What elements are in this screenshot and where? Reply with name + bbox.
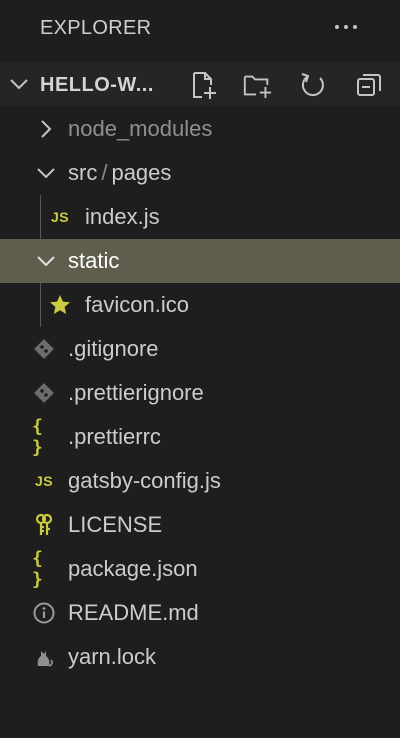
workspace-title: HELLO-W... [40, 74, 154, 96]
refresh-icon[interactable] [298, 70, 328, 100]
workspace-section-header[interactable]: HELLO-W... [0, 62, 400, 106]
chevron-down-icon [37, 168, 55, 179]
tree-item-readme[interactable]: README.md [0, 591, 400, 635]
tree-item-prettierignore[interactable]: .prettierignore [0, 371, 400, 415]
tree-item-label: LICENSE [68, 512, 163, 537]
tree-item-label: static [68, 248, 120, 273]
chevron-down-icon [10, 79, 28, 90]
tree-item-label: src / pages [68, 160, 171, 186]
tree-item-label: favicon.ico [85, 292, 189, 317]
tree-item-gatsby-config[interactable]: JS gatsby-config.js [0, 459, 400, 503]
tree-item-label: README.md [68, 600, 199, 625]
tree-item-yarn-lock[interactable]: yarn.lock [0, 635, 400, 679]
new-file-icon[interactable] [188, 70, 218, 100]
collapse-all-icon[interactable] [354, 70, 384, 100]
tree-item-label: .prettierignore [68, 380, 204, 405]
indent-guide [40, 195, 41, 239]
json-braces-icon: { } [32, 416, 43, 458]
ellipsis-icon[interactable] [330, 12, 362, 42]
javascript-file-icon: JS [50, 209, 70, 225]
tree-item-label: yarn.lock [68, 644, 157, 669]
tree-item-label: index.js [85, 204, 160, 229]
tree-item-prettierrc[interactable]: { } .prettierrc [0, 415, 400, 459]
tree-item-label: .prettierrc [68, 424, 161, 449]
tree-item-license[interactable]: LICENSE [0, 503, 400, 547]
tree-item-label: node_modules [68, 116, 213, 141]
yarn-cat-icon [37, 651, 53, 667]
tree-item-label: gatsby-config.js [68, 468, 221, 493]
json-braces-icon: { } [32, 548, 43, 590]
chevron-down-icon [37, 256, 55, 267]
indent-guide [40, 283, 41, 327]
folder-src-label: src [68, 160, 98, 185]
tree-item-index-js[interactable]: JS index.js [0, 195, 400, 239]
tree-item-favicon[interactable]: favicon.ico [0, 283, 400, 327]
info-icon [33, 602, 55, 624]
explorer-header: EXPLORER [0, 0, 400, 56]
javascript-file-icon: JS [34, 473, 54, 489]
tree-item-label: package.json [68, 556, 198, 581]
tree-item-gitignore[interactable]: .gitignore [0, 327, 400, 371]
git-icon [34, 339, 54, 359]
explorer-title: EXPLORER [40, 17, 152, 39]
tree-item-static[interactable]: static [0, 239, 400, 283]
tree-item-label: .gitignore [68, 336, 159, 361]
git-icon [34, 383, 54, 403]
tree-item-src-pages[interactable]: src / pages [0, 151, 400, 195]
chevron-right-icon [41, 120, 52, 138]
star-icon [50, 295, 70, 314]
new-folder-icon[interactable] [242, 70, 272, 100]
tree-item-package-json[interactable]: { } package.json [0, 547, 400, 591]
explorer-panel: EXPLORER HELLO-W... node_modules src / p… [0, 0, 400, 738]
folder-pages-label: pages [111, 160, 172, 185]
tree-item-node-modules[interactable]: node_modules [0, 107, 400, 151]
path-separator: / [101, 160, 108, 185]
license-key-icon [35, 513, 53, 535]
